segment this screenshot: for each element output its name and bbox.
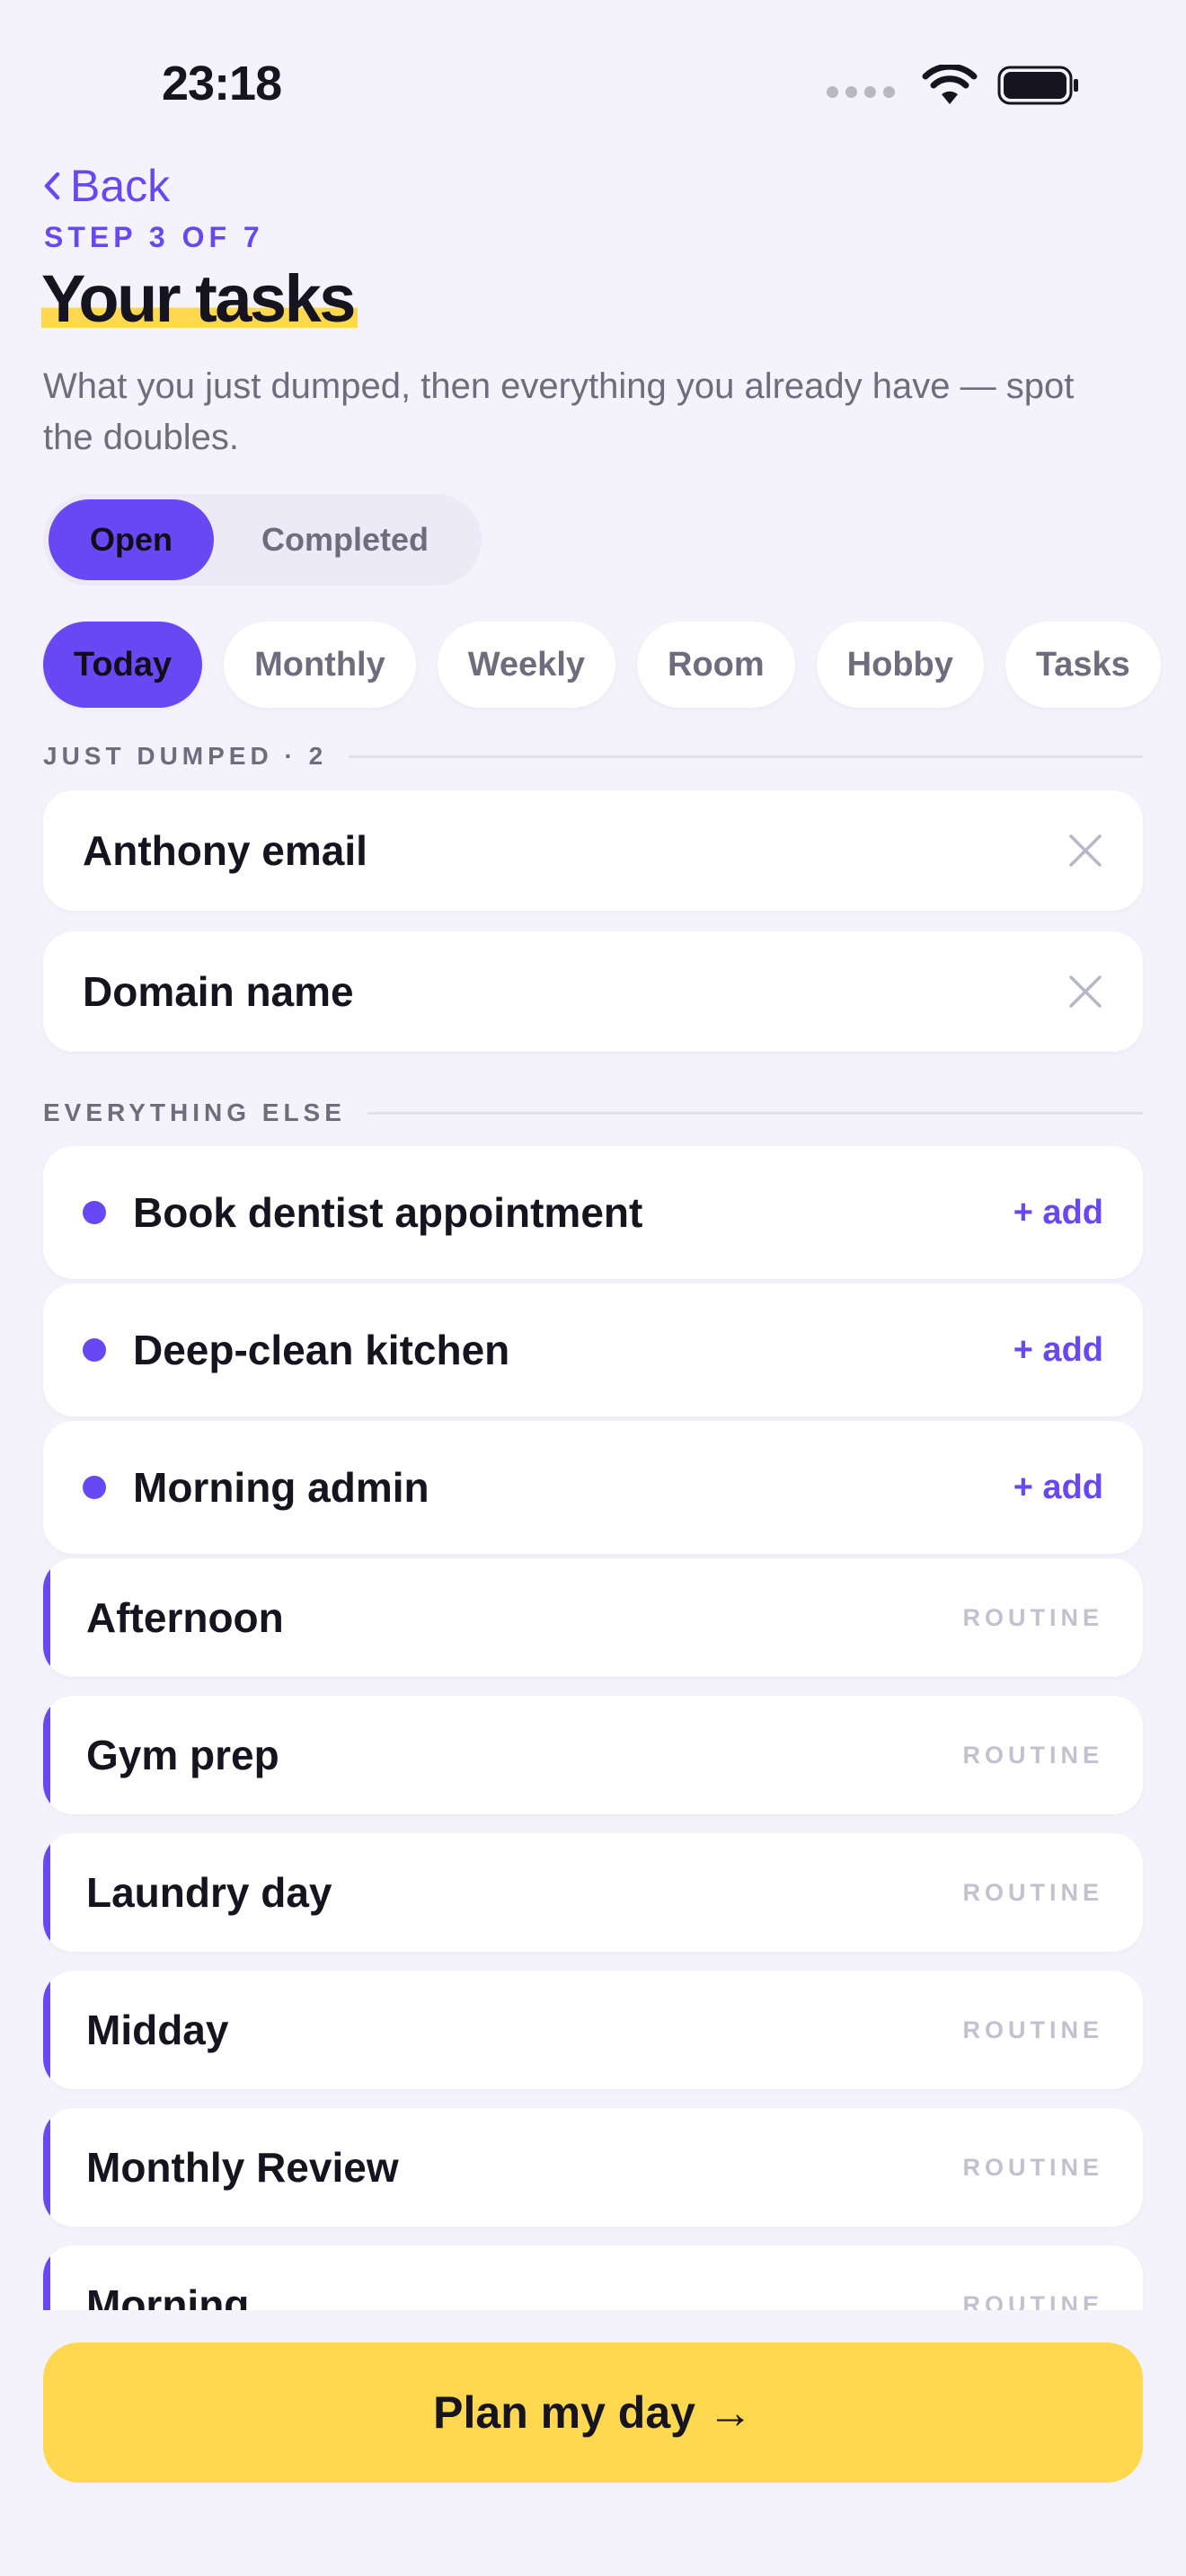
routine-tag: ROUTINE [962,2290,1103,2311]
dumped-item[interactable]: Anthony email [43,790,1143,911]
task-dot-icon [83,1338,106,1362]
routine-item[interactable]: Monthly Review ROUTINE [43,2108,1143,2227]
routine-item-title: Morning [86,2281,250,2310]
everything-else-heading: EVERYTHING ELSE [43,1098,1143,1127]
routine-tag: ROUTINE [962,2153,1103,2181]
task-dot-icon [83,1201,106,1224]
routine-tag: ROUTINE [962,1878,1103,1906]
task-item[interactable]: Book dentist appointment + add [43,1146,1143,1279]
task-dot-icon [83,1476,106,1499]
divider [367,1111,1143,1115]
divider [349,754,1143,758]
task-item-main: Book dentist appointment [83,1188,642,1237]
routine-item[interactable]: Gym prep ROUTINE [43,1696,1143,1814]
plan-my-day-button[interactable]: Plan my day → [43,2342,1143,2483]
dumped-item-title: Domain name [83,968,354,1015]
routine-tag: ROUTINE [962,1741,1103,1769]
everything-else-heading-label: EVERYTHING ELSE [43,1098,346,1126]
routine-tag: ROUTINE [962,1603,1103,1631]
routine-item[interactable]: Afternoon ROUTINE [43,1558,1143,1677]
close-icon[interactable] [1067,974,1103,1010]
routine-item-title: Midday [86,2007,229,2053]
add-task-button[interactable]: + add [1013,1331,1103,1370]
routine-item-title: Afternoon [86,1594,284,1641]
task-item-title: Morning admin [133,1464,429,1511]
task-item-main: Morning admin [83,1463,429,1512]
screen: 23:18 Back STEP 3 OF 7 Your tasks What y… [0,0,1186,2576]
routine-item-title: Laundry day [86,1869,332,1916]
routine-item-title: Gym prep [86,1732,279,1778]
just-dumped-heading-label: JUST DUMPED · 2 [43,742,328,770]
task-list: JUST DUMPED · 2 Anthony email Domain nam… [0,0,1186,2310]
routine-item[interactable]: Laundry day ROUTINE [43,1833,1143,1952]
close-icon[interactable] [1067,833,1103,869]
dumped-item[interactable]: Domain name [43,931,1143,1052]
add-task-button[interactable]: + add [1013,1194,1103,1232]
routine-tag: ROUTINE [962,2016,1103,2043]
routine-item[interactable]: Midday ROUTINE [43,1971,1143,2089]
routine-item[interactable]: Morning ROUTINE [43,2245,1143,2310]
task-item-title: Deep-clean kitchen [133,1327,510,1373]
add-task-button[interactable]: + add [1013,1469,1103,1507]
task-item[interactable]: Morning admin + add [43,1421,1143,1554]
routine-item-title: Monthly Review [86,2144,399,2191]
task-item-main: Deep-clean kitchen [83,1326,509,1374]
just-dumped-heading: JUST DUMPED · 2 [43,742,1143,771]
task-item-title: Book dentist appointment [133,1189,643,1236]
dumped-item-title: Anthony email [83,827,367,874]
task-item[interactable]: Deep-clean kitchen + add [43,1284,1143,1416]
